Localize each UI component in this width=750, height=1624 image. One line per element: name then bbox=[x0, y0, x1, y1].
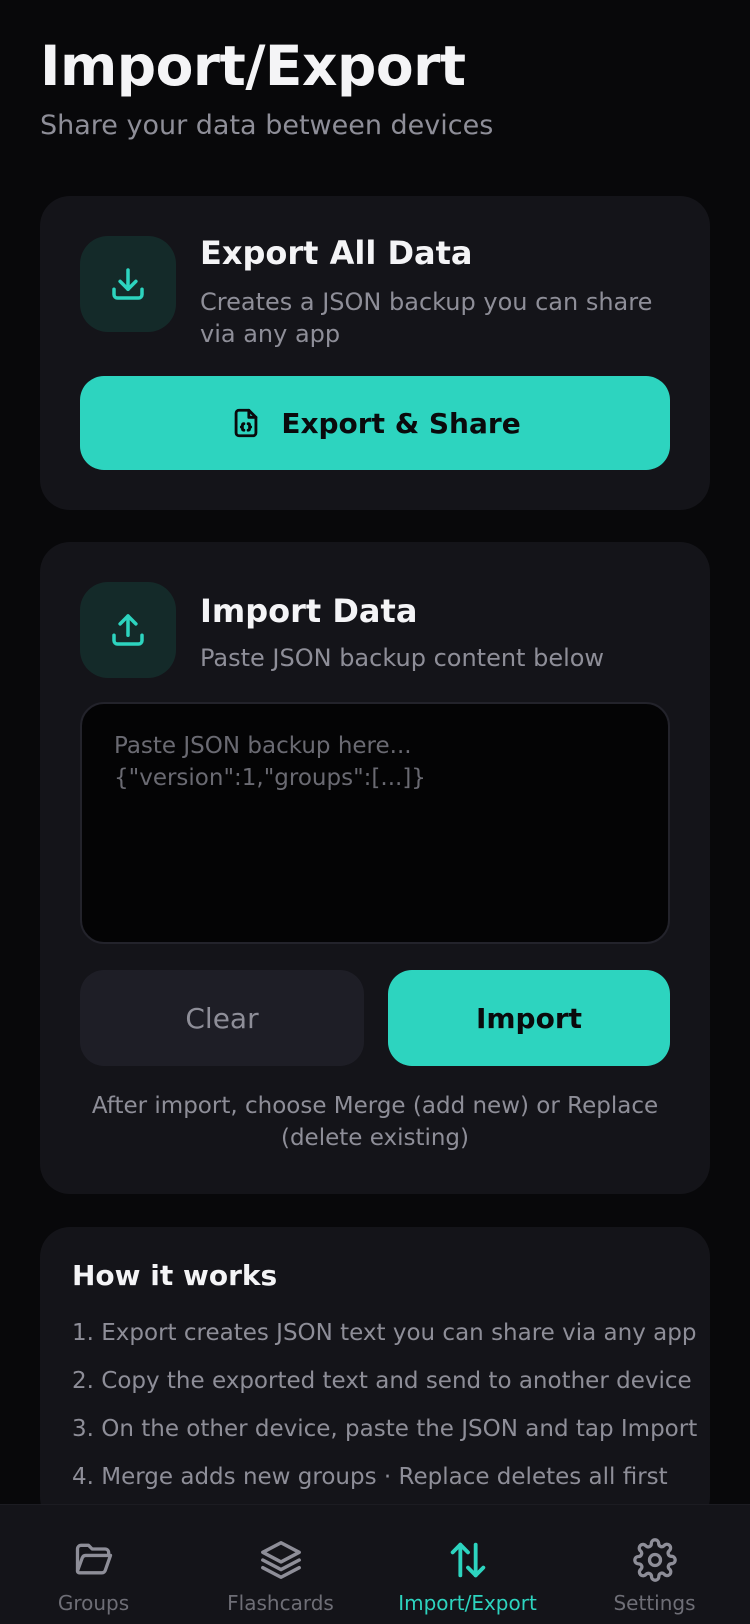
tab-settings[interactable]: Settings bbox=[561, 1505, 748, 1624]
import-card-title: Import Data bbox=[200, 592, 418, 630]
import-export-screen: Import/Export Share your data between de… bbox=[0, 0, 750, 1624]
step-item: 3. On the other device, paste the JSON a… bbox=[72, 1416, 698, 1442]
tab-import-export[interactable]: Import/Export bbox=[374, 1505, 561, 1624]
export-card-title: Export All Data bbox=[200, 234, 473, 272]
how-it-works-card: How it works 1. Export creates JSON text… bbox=[40, 1227, 710, 1527]
tab-bar: Groups Flashcards Import/Export Settings bbox=[0, 1504, 750, 1624]
tab-label: Flashcards bbox=[227, 1591, 334, 1615]
arrows-up-down-icon bbox=[445, 1537, 491, 1583]
export-card: Export All Data Creates a JSON backup yo… bbox=[40, 196, 710, 510]
tab-flashcards[interactable]: Flashcards bbox=[187, 1505, 374, 1624]
upload-icon bbox=[80, 582, 176, 678]
import-note: After import, choose Merge (add new) or … bbox=[91, 1093, 659, 1151]
page-subtitle: Share your data between devices bbox=[40, 110, 494, 141]
tab-label: Groups bbox=[57, 1591, 130, 1615]
tab-groups[interactable]: Groups bbox=[0, 1505, 187, 1624]
export-share-button[interactable]: Export & Share bbox=[80, 376, 670, 470]
folder-icon bbox=[72, 1537, 116, 1583]
step-item: 1. Export creates JSON text you can shar… bbox=[72, 1320, 697, 1346]
how-it-works-steps: 1. Export creates JSON text you can shar… bbox=[72, 1309, 702, 1501]
step-item: 2. Copy the exported text and send to an… bbox=[72, 1368, 692, 1394]
page-title: Import/Export bbox=[40, 34, 466, 98]
import-card-description: Paste JSON backup content below bbox=[200, 644, 605, 672]
step-item: 4. Merge adds new groups · Replace delet… bbox=[72, 1464, 668, 1490]
tab-label: Settings bbox=[613, 1591, 696, 1615]
export-card-description: Creates a JSON backup you can share via … bbox=[200, 288, 653, 348]
clear-button[interactable]: Clear bbox=[80, 970, 364, 1066]
export-share-label: Export & Share bbox=[281, 406, 521, 440]
import-button[interactable]: Import bbox=[388, 970, 670, 1066]
download-icon bbox=[80, 236, 176, 332]
json-input[interactable] bbox=[80, 702, 670, 944]
gear-icon bbox=[632, 1537, 677, 1583]
layers-icon bbox=[258, 1537, 304, 1583]
import-card: Import Data Paste JSON backup content be… bbox=[40, 542, 710, 1194]
how-it-works-title: How it works bbox=[72, 1259, 278, 1292]
tab-label: Import/Export bbox=[398, 1591, 537, 1615]
json-file-icon bbox=[229, 406, 263, 440]
